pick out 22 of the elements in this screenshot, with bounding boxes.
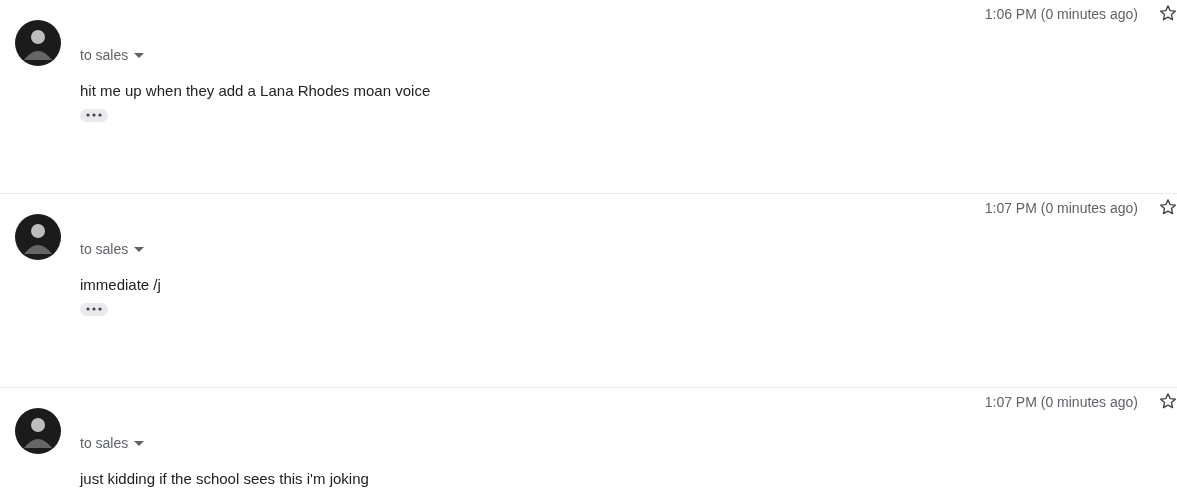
star-icon[interactable] — [1159, 4, 1177, 22]
star-icon[interactable] — [1159, 392, 1177, 410]
avatar-icon — [15, 20, 61, 66]
timestamp: 1:07 PM (0 minutes ago) — [984, 199, 1138, 218]
timestamp: 1:06 PM (0 minutes ago) — [984, 5, 1138, 24]
avatar-icon — [15, 408, 61, 454]
timestamp: 1:07 PM (0 minutes ago) — [984, 393, 1138, 412]
message-text: just kidding if the school sees this i'm joking — [80, 469, 370, 489]
recipient-dropdown[interactable]: to sales — [80, 433, 145, 454]
dropdown-arrow-icon — [134, 441, 145, 446]
message-text: hit me up when they add a Lana Rhodes moan voice — [80, 81, 432, 101]
star-icon[interactable] — [1159, 198, 1177, 216]
avatar-icon — [15, 214, 61, 260]
show-trimmed-button[interactable] — [80, 302, 108, 316]
dropdown-arrow-icon — [134, 53, 145, 58]
dropdown-arrow-icon — [134, 247, 145, 252]
message-text: immediate /j — [80, 275, 162, 295]
ellipsis-icon — [86, 113, 102, 117]
recipient-dropdown[interactable]: to sales — [80, 45, 145, 66]
recipient-dropdown[interactable]: to sales — [80, 239, 145, 260]
ellipsis-icon — [86, 307, 102, 311]
show-trimmed-button[interactable] — [80, 108, 108, 122]
